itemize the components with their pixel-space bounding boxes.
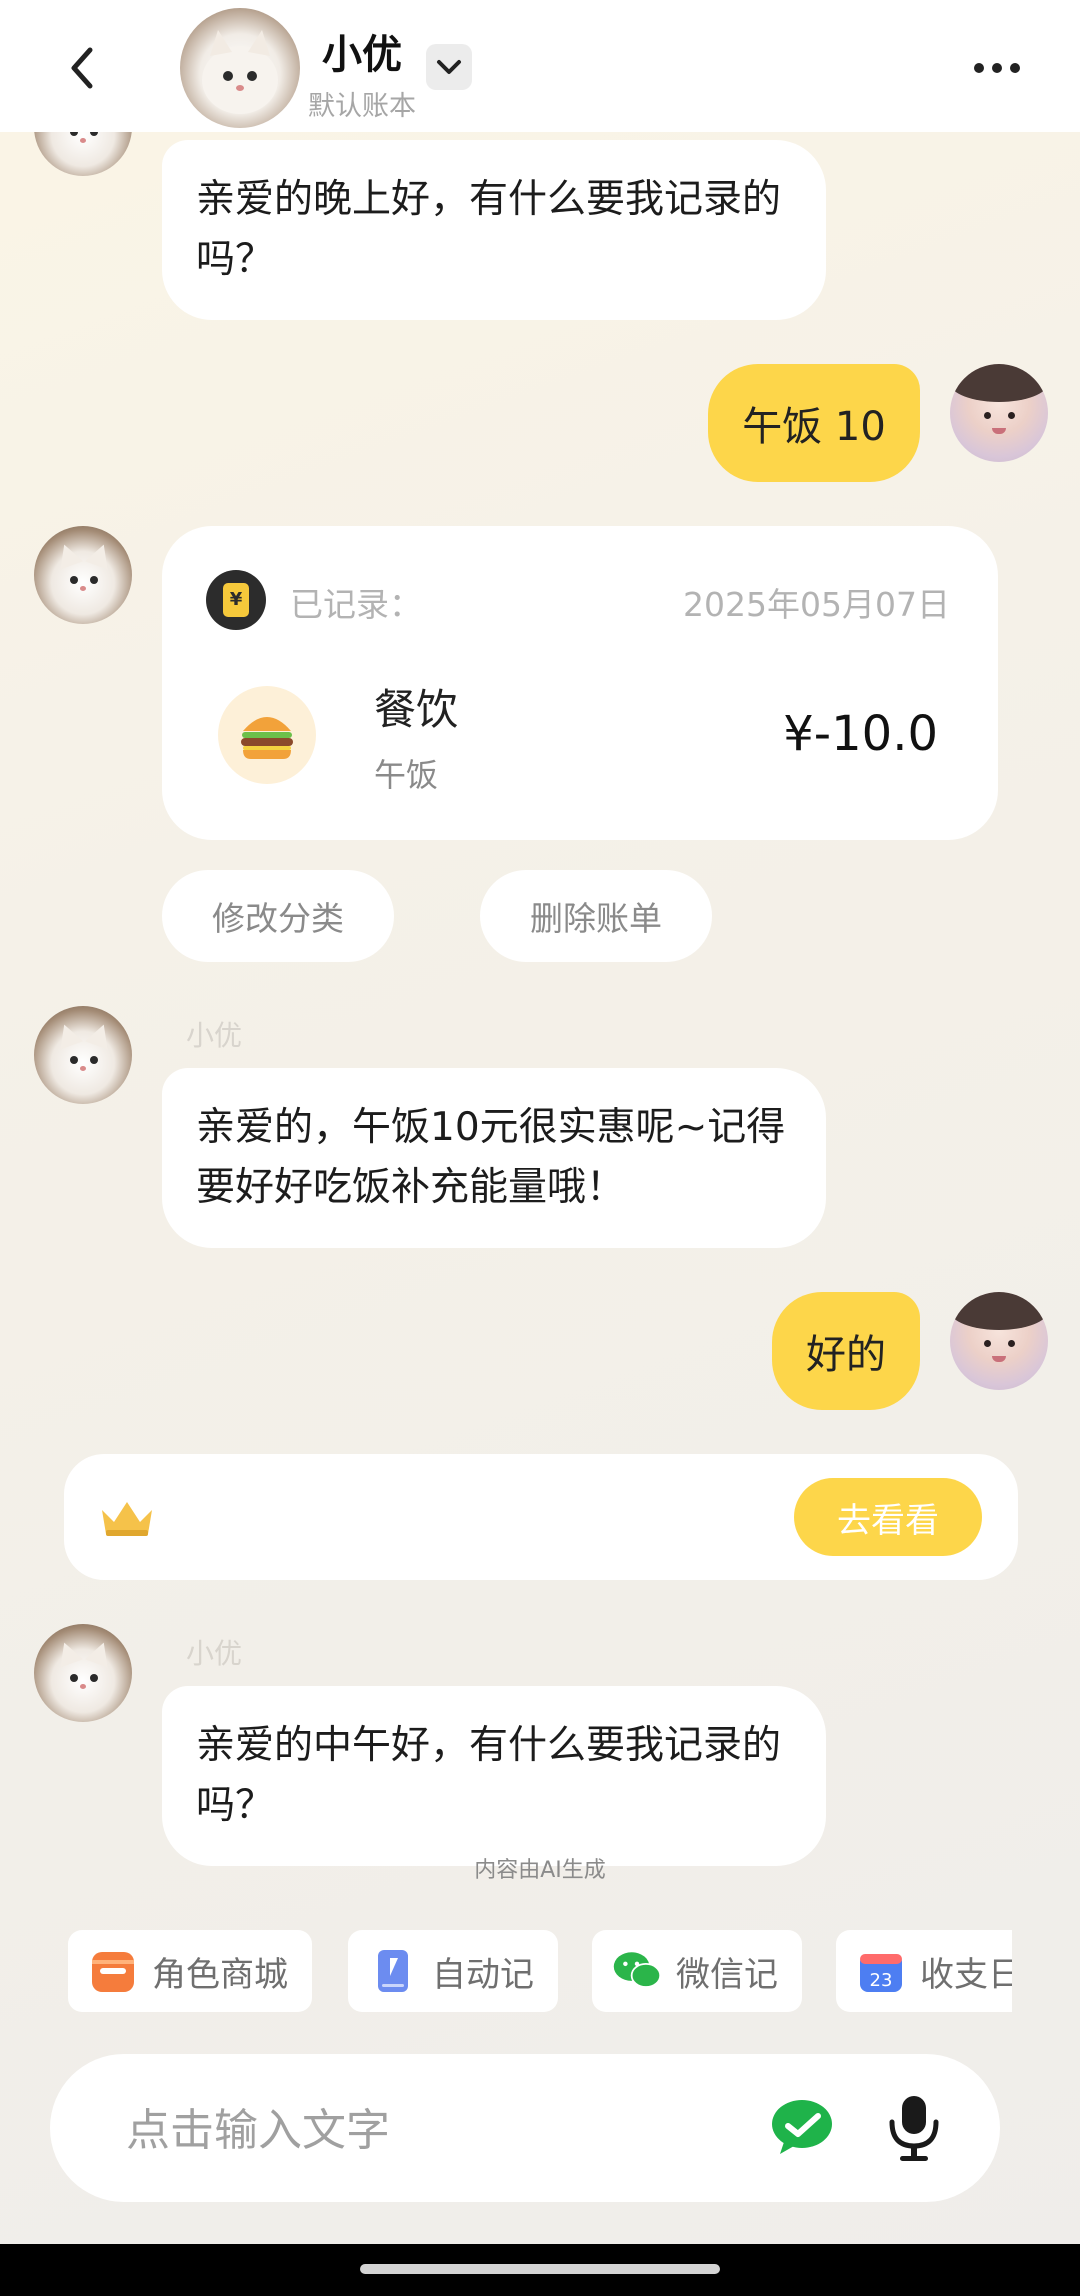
shortcut-wechat-record[interactable]: 微信记 [592,1930,802,2012]
record-date: 2025年05月07日 [683,585,950,624]
calendar-icon: 23 [856,1946,906,1996]
delete-bill-button[interactable]: 删除账单 [480,870,712,962]
more-dots-icon [1010,63,1020,73]
shortcut-label: 微信记 [676,1954,778,1995]
wechat-icon [612,1946,662,1996]
home-indicator[interactable] [360,2264,720,2274]
ledger-icon: ¥ [206,570,266,630]
ai-message-bubble: 亲爱的晚上好，有什么要我记录的吗？ [162,140,826,320]
shortcut-role-store[interactable]: 角色商城 [68,1930,312,2012]
svg-text:23: 23 [870,1970,893,1991]
user-message-bubble: 好的 [772,1292,920,1410]
assistant-avatar[interactable] [34,1006,132,1104]
user-avatar[interactable] [950,364,1048,462]
chevron-left-icon [71,47,93,89]
record-note: 午饭 [374,756,439,794]
shortcut-label: 收支日历 [920,1954,1012,1995]
sender-name: 小优 [186,1019,243,1052]
ai-message-bubble: 亲爱的中午好，有什么要我记录的吗？ [162,1686,826,1866]
shortcut-auto-record[interactable]: 自动记 [348,1930,558,2012]
crown-icon [98,1498,156,1542]
microphone-icon [889,2096,939,2161]
sender-name: 小优 [186,1637,243,1670]
shortcut-label: 角色商城 [152,1954,288,1995]
go-see-button[interactable]: 去看看 [794,1478,982,1556]
more-button[interactable] [974,54,1034,82]
back-button[interactable] [58,38,108,98]
chevron-down-icon [437,60,461,74]
message-input[interactable] [124,2094,728,2166]
assistant-avatar[interactable] [180,8,300,128]
voice-button[interactable] [886,2092,942,2164]
edit-category-button[interactable]: 修改分类 [162,870,394,962]
page-title: 小优 [322,32,402,78]
system-nav-bar [0,2244,1080,2296]
shortcut-calendar[interactable]: 23 收支日历 [836,1930,1012,2012]
wechat-icon [772,2100,832,2154]
shortcut-label: 自动记 [432,1954,534,1995]
chat-header: 小优 默认账本 [0,0,1080,132]
shortcut-bar[interactable]: 角色商城 自动记 微信记 23 收支日历 [68,1930,1012,2012]
ledger-name: 默认账本 [308,91,416,122]
record-category: 餐饮 [374,685,459,734]
cat-image [202,30,278,114]
user-avatar[interactable] [950,1292,1048,1390]
burger-icon [218,686,316,784]
assistant-avatar[interactable] [34,1624,132,1722]
book-icon [368,1946,418,1996]
record-card[interactable]: ¥ 已记录： 2025年05月07日 餐饮 午饭 ¥-10.0 [162,526,998,840]
assistant-avatar[interactable] [34,526,132,624]
wechat-button[interactable] [770,2096,838,2160]
message-input-bar [50,2054,1000,2202]
promo-banner[interactable]: 去看看 [64,1454,1018,1580]
record-label: 已记录： [290,585,422,624]
more-dots-icon [992,63,1002,73]
store-icon [88,1946,138,1996]
user-message-bubble: 午饭 10 [708,364,920,482]
record-amount: ¥-10.0 [783,706,938,762]
ai-message-bubble: 亲爱的，午饭10元很实惠呢~记得要好好吃饭补充能量哦！ [162,1068,826,1248]
ledger-dropdown-button[interactable] [426,44,472,90]
more-dots-icon [974,63,984,73]
ai-generated-note: 内容由AI生成 [474,1858,606,1883]
